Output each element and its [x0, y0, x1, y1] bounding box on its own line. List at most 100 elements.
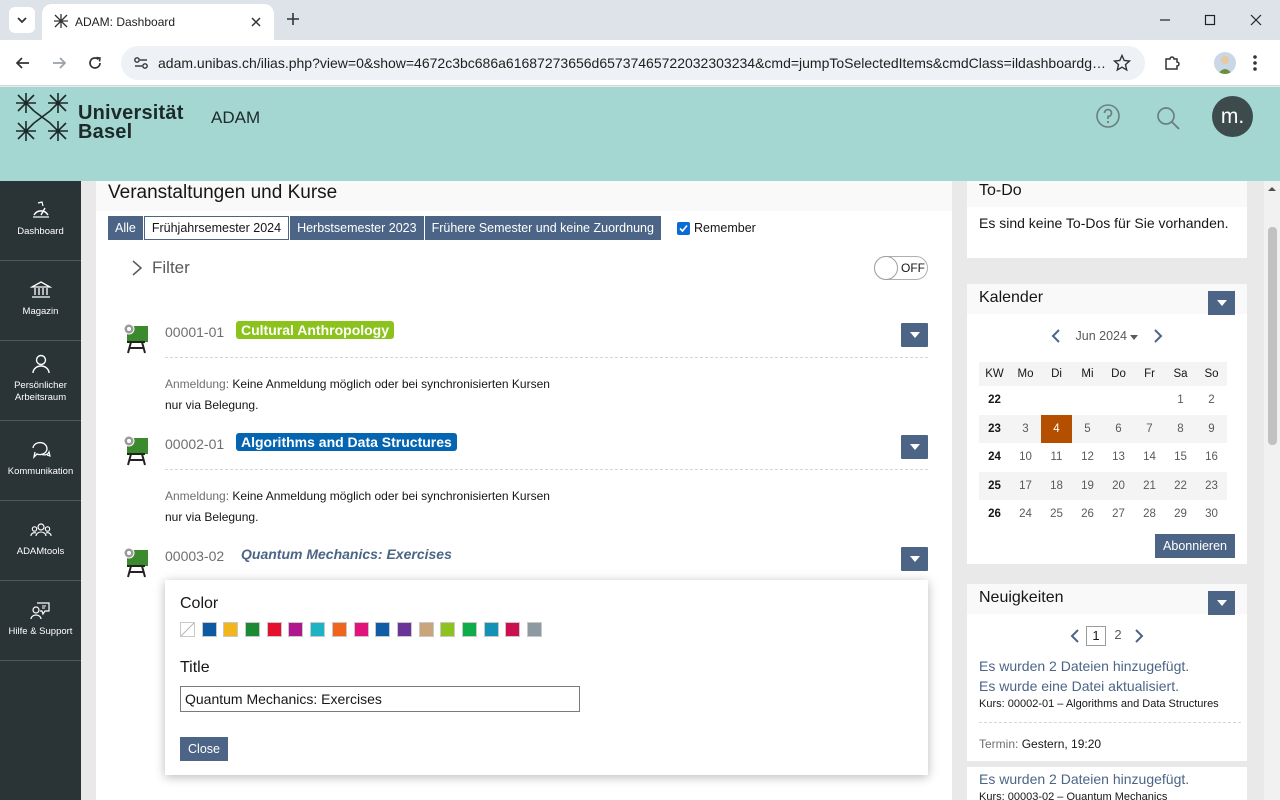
calendar-day[interactable]: 13	[1103, 443, 1134, 472]
course-icon[interactable]	[122, 435, 150, 467]
tab-search-button[interactable]	[9, 7, 35, 33]
university-logo[interactable]	[16, 93, 70, 143]
tab-earlier-semesters[interactable]: Frühere Semester und keine Zuordnung	[424, 216, 661, 240]
minimize-button[interactable]	[1153, 8, 1177, 32]
news-item[interactable]: Es wurden 2 Dateien hinzugefügt. Es wurd…	[979, 656, 1241, 710]
subscribe-button[interactable]: Abonnieren	[1155, 534, 1235, 558]
chevron-right-icon[interactable]	[1152, 329, 1164, 343]
mainbar-item-adamtools[interactable]: ADAMtools	[0, 501, 81, 581]
filter-toggle[interactable]: Filter	[130, 258, 190, 278]
calendar-day[interactable]: 20	[1103, 471, 1134, 501]
window-close-button[interactable]	[1244, 8, 1268, 32]
calendar-day[interactable]: 24	[1010, 500, 1041, 529]
calendar-day[interactable]: 28	[1134, 500, 1165, 529]
course-title-link[interactable]: Algorithms and Data Structures	[236, 433, 457, 451]
chevron-left-icon[interactable]	[1050, 329, 1062, 343]
scroll-up-icon[interactable]	[1264, 183, 1280, 195]
color-swatch[interactable]	[483, 622, 499, 637]
calendar-day[interactable]: 22	[1165, 471, 1196, 501]
search-button[interactable]	[1153, 103, 1183, 133]
remember-option[interactable]: Remember	[677, 221, 756, 235]
calendar-day[interactable]: 4	[1041, 414, 1072, 444]
calendar-day[interactable]: 15	[1165, 443, 1196, 472]
calendar-day[interactable]: 9	[1196, 414, 1227, 444]
news-link[interactable]: Es wurden 2 Dateien hinzugefügt.	[979, 769, 1241, 789]
page-1-link[interactable]: 1	[1086, 626, 1106, 646]
news-item[interactable]: Es wurden 2 Dateien hinzugefügt. Kurs: 0…	[979, 769, 1241, 800]
calendar-day[interactable]: 18	[1041, 471, 1072, 501]
chevron-right-icon[interactable]	[1133, 629, 1145, 643]
month-selector[interactable]: Jun 2024	[1076, 329, 1139, 343]
color-swatch[interactable]	[527, 622, 542, 637]
calendar-day[interactable]: 7	[1134, 414, 1165, 444]
color-swatch[interactable]	[223, 622, 239, 637]
scrollbar-thumb[interactable]	[1268, 227, 1277, 445]
news-link[interactable]: Es wurde eine Datei aktualisiert.	[979, 676, 1241, 696]
extensions-button[interactable]	[1160, 51, 1184, 75]
calendar-day[interactable]: 16	[1196, 443, 1227, 472]
calendar-day[interactable]: 14	[1134, 443, 1165, 472]
color-swatch[interactable]	[461, 622, 477, 637]
course-actions-dropdown[interactable]	[901, 323, 928, 347]
app-name[interactable]: ADAM	[211, 108, 260, 128]
chevron-left-icon[interactable]	[1069, 629, 1081, 643]
mainbar-item-help-support[interactable]: Hilfe & Support	[0, 581, 81, 661]
remember-checkbox[interactable]	[677, 221, 690, 235]
color-swatch[interactable]	[505, 622, 521, 637]
calendar-day[interactable]: 12	[1072, 443, 1103, 472]
browser-menu-button[interactable]	[1243, 51, 1267, 75]
mainbar-item-communication[interactable]: Kommunikation	[0, 421, 81, 501]
title-input[interactable]	[180, 686, 580, 712]
tab-spring-2024[interactable]: Frühjahrsemester 2024	[143, 216, 290, 240]
close-button[interactable]: Close	[180, 737, 228, 761]
page-2-link[interactable]: 2	[1108, 626, 1128, 646]
color-swatch[interactable]	[310, 622, 326, 637]
color-swatch[interactable]	[245, 622, 261, 637]
calendar-day[interactable]: 5	[1072, 414, 1103, 444]
tab-close-button[interactable]	[247, 13, 265, 31]
color-swatch[interactable]	[180, 622, 195, 637]
course-icon[interactable]	[122, 323, 150, 355]
mainbar-item-dashboard[interactable]: Dashboard	[0, 181, 81, 261]
mainbar-item-personal-workspace[interactable]: Persönlicher Arbeitsraum	[0, 341, 81, 421]
color-swatch[interactable]	[288, 622, 304, 637]
course-actions-dropdown[interactable]	[901, 547, 928, 571]
back-button[interactable]	[11, 51, 35, 75]
bookmark-star-icon[interactable]	[1113, 54, 1131, 72]
new-tab-button[interactable]	[283, 9, 303, 29]
user-avatar[interactable]: m.	[1212, 96, 1253, 137]
calendar-day[interactable]: 1	[1165, 386, 1196, 415]
color-swatch[interactable]	[201, 622, 217, 637]
calendar-day[interactable]: 10	[1010, 443, 1041, 472]
profile-avatar[interactable]	[1214, 52, 1236, 74]
calendar-day[interactable]: 29	[1165, 500, 1196, 529]
page-scrollbar[interactable]	[1264, 181, 1280, 800]
calendar-day[interactable]: 19	[1072, 471, 1103, 501]
filter-switch[interactable]: OFF	[874, 256, 928, 280]
calendar-day[interactable]: 30	[1196, 500, 1227, 529]
calendar-day[interactable]: 25	[1041, 500, 1072, 529]
calendar-day[interactable]: 11	[1041, 443, 1072, 472]
calendar-day[interactable]: 6	[1103, 414, 1134, 444]
tab-autumn-2023[interactable]: Herbstsemester 2023	[290, 216, 424, 240]
browser-tab[interactable]: ADAM: Dashboard	[42, 4, 274, 40]
reload-button[interactable]	[83, 51, 107, 75]
calendar-day[interactable]: 23	[1196, 471, 1227, 501]
tab-all[interactable]: Alle	[108, 216, 143, 240]
calendar-day[interactable]: 27	[1103, 500, 1134, 529]
address-bar[interactable]: adam.unibas.ch/ilias.php?view=0&show=467…	[121, 46, 1145, 80]
calendar-day[interactable]: 2	[1196, 386, 1227, 415]
maximize-button[interactable]	[1198, 8, 1222, 32]
help-button[interactable]	[1093, 101, 1123, 131]
calendar-day[interactable]: 17	[1010, 471, 1041, 501]
color-swatch[interactable]	[331, 622, 347, 637]
color-swatch[interactable]	[396, 622, 412, 637]
calendar-day[interactable]: 3	[1010, 414, 1041, 444]
forward-button[interactable]	[47, 51, 71, 75]
course-actions-dropdown[interactable]	[901, 435, 928, 459]
color-swatch[interactable]	[418, 622, 434, 637]
news-link[interactable]: Es wurden 2 Dateien hinzugefügt.	[979, 656, 1241, 676]
news-actions-dropdown[interactable]	[1208, 591, 1235, 615]
course-title-link[interactable]: Quantum Mechanics: Exercises	[236, 545, 457, 563]
color-swatch[interactable]	[440, 622, 456, 637]
